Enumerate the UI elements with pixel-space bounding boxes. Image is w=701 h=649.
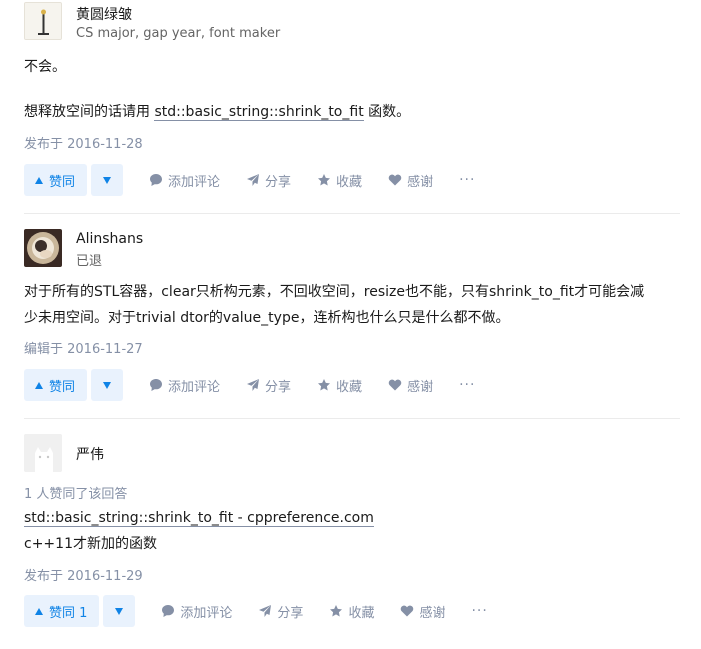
collect-label: 收藏: [336, 174, 363, 190]
reference-link[interactable]: std::basic_string::shrink_to_fit - cppre…: [24, 510, 374, 527]
upvote-label: 赞同 1: [49, 605, 88, 621]
upvote-button[interactable]: 赞同: [24, 164, 88, 196]
publish-time[interactable]: 发布于 2016-11-28: [24, 133, 143, 152]
upvote-button[interactable]: 赞同: [24, 369, 88, 401]
heart-icon: [401, 605, 414, 617]
comment-label: 添加评论: [168, 379, 221, 395]
edit-time[interactable]: 编辑于 2016-11-27: [24, 338, 143, 357]
collect-button[interactable]: 收藏: [317, 171, 362, 190]
thanks-label: 感谢: [419, 605, 446, 621]
paper-plane-icon: [259, 605, 272, 617]
answer-card: 严伟 1 人赞同了该回答 std::basic_string::shrink_t…: [24, 434, 680, 649]
downvote-button[interactable]: [91, 369, 124, 401]
comment-button[interactable]: 添加评论: [161, 602, 232, 621]
upvote-triangle-icon: [35, 176, 43, 184]
answer-card: 黄圆绿皱 CS major, gap year, font maker 不会。 …: [24, 0, 680, 200]
thanks-button[interactable]: 感谢: [400, 602, 445, 621]
star-icon: [318, 379, 331, 391]
collect-button[interactable]: 收藏: [317, 376, 362, 395]
comment-button[interactable]: 添加评论: [149, 171, 220, 190]
star-icon: [330, 605, 343, 617]
voters-count[interactable]: 1 人赞同了该回答: [24, 483, 127, 502]
answer-paragraph: std::basic_string::shrink_to_fit - cppre…: [24, 505, 374, 531]
action-bar: 赞同 添加评论 分享 收藏 感谢 ···: [24, 164, 475, 196]
answer-paragraph: 少未用空间。对于trivial dtor的value_type，连析构也什么只是…: [24, 310, 510, 326]
author-bio: CS major, gap year, font maker: [76, 26, 281, 41]
thanks-button[interactable]: 感谢: [388, 171, 433, 190]
thanks-label: 感谢: [407, 174, 434, 190]
more-dots-icon[interactable]: ···: [471, 603, 487, 619]
comment-label: 添加评论: [180, 605, 233, 621]
collect-button[interactable]: 收藏: [329, 602, 374, 621]
thanks-label: 感谢: [407, 379, 434, 395]
downvote-button[interactable]: [91, 164, 124, 196]
answer-content: 对于所有的STL容器，clear只析构元素，不回收空间，resize也不能，只有…: [24, 279, 644, 331]
comment-button[interactable]: 添加评论: [149, 376, 220, 395]
downvote-triangle-icon: [115, 607, 124, 615]
answer-content: 不会。 想释放空间的话请用 std::basic_string::shrink_…: [24, 54, 410, 125]
answer-paragraph: c++11才新加的函数: [24, 536, 157, 552]
answer-paragraph: 对于所有的STL容器，clear只析构元素，不回收空间，resize也不能，只有…: [24, 284, 645, 300]
author-name[interactable]: 黄圆绿皱: [76, 4, 132, 24]
text-suffix: 函数。: [363, 104, 411, 120]
inline-code-link[interactable]: std::basic_string::shrink_to_fit: [154, 104, 364, 121]
upvote-label: 赞同: [49, 174, 76, 190]
text-prefix: 想释放空间的话请用: [24, 104, 155, 120]
star-icon: [318, 174, 331, 186]
share-button[interactable]: 分享: [246, 376, 291, 395]
answer-content: std::basic_string::shrink_to_fit - cppre…: [24, 505, 374, 557]
action-bar: 赞同 添加评论 分享 收藏 感谢 ···: [24, 369, 475, 401]
action-bar: 赞同 1 添加评论 分享 收藏 感谢 ···: [24, 595, 488, 627]
upvote-triangle-icon: [35, 381, 43, 389]
author-name[interactable]: Alinshans: [76, 231, 143, 247]
paper-plane-icon: [247, 174, 260, 186]
share-button[interactable]: 分享: [258, 602, 303, 621]
downvote-triangle-icon: [103, 176, 112, 184]
comment-label: 添加评论: [168, 174, 221, 190]
avatar[interactable]: [24, 2, 62, 40]
share-button[interactable]: 分享: [246, 171, 291, 190]
thanks-button[interactable]: 感谢: [388, 376, 433, 395]
avatar[interactable]: [24, 434, 62, 472]
upvote-label: 赞同: [49, 379, 76, 395]
collect-label: 收藏: [336, 379, 363, 395]
upvote-triangle-icon: [35, 607, 43, 615]
answer-divider: [24, 418, 680, 419]
author-bio: 已退: [76, 254, 103, 269]
downvote-triangle-icon: [103, 381, 112, 389]
share-label: 分享: [265, 379, 292, 395]
heart-icon: [388, 379, 402, 391]
share-label: 分享: [277, 605, 304, 621]
collect-label: 收藏: [348, 605, 375, 621]
avatar[interactable]: [24, 229, 62, 267]
heart-icon: [388, 174, 402, 186]
answer-paragraph: 不会。: [24, 59, 66, 75]
more-dots-icon[interactable]: ···: [459, 377, 475, 393]
answer-divider: [24, 213, 680, 214]
comment-bubble-icon: [150, 174, 163, 186]
answer-card: Alinshans 已退 对于所有的STL容器，clear只析构元素，不回收空间…: [24, 228, 680, 408]
downvote-button[interactable]: [103, 595, 136, 627]
upvote-button[interactable]: 赞同 1: [24, 595, 100, 627]
comment-bubble-icon: [162, 605, 175, 617]
paper-plane-icon: [247, 379, 260, 391]
publish-time[interactable]: 发布于 2016-11-29: [24, 565, 143, 584]
answer-paragraph: 想释放空间的话请用 std::basic_string::shrink_to_f…: [24, 99, 410, 125]
author-name[interactable]: 严伟: [76, 444, 104, 464]
more-dots-icon[interactable]: ···: [459, 172, 475, 188]
comment-bubble-icon: [150, 379, 163, 391]
share-label: 分享: [265, 174, 292, 190]
